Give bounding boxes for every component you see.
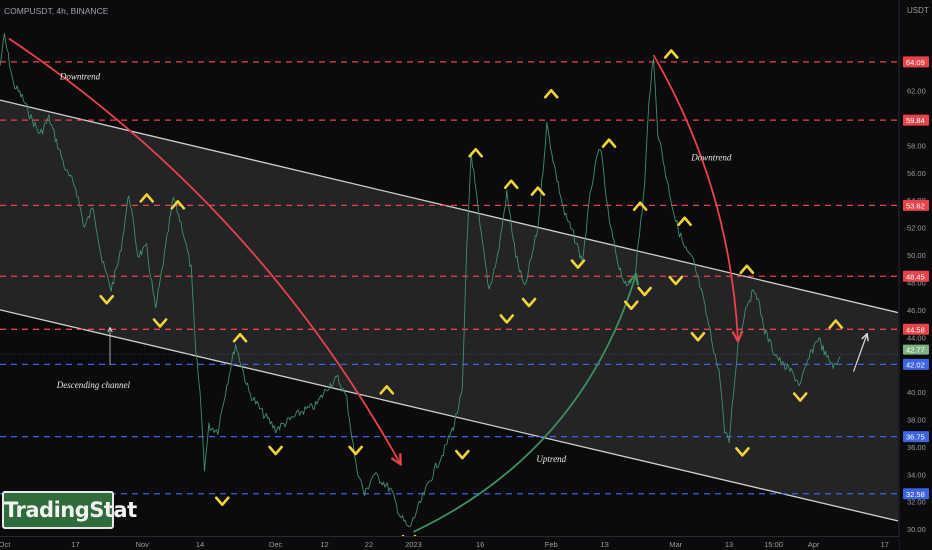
y-tick-label: 38.00 — [907, 415, 926, 424]
symbol-title: COMPUSDT, 4h, BINANCE — [4, 6, 109, 16]
y-tick-label: 52.00 — [907, 224, 926, 233]
x-tick-label: Dec — [269, 540, 283, 549]
y-tick-label: 30.00 — [907, 525, 926, 534]
x-tick-label: 15:00 — [764, 540, 783, 549]
x-tick-label: Mar — [669, 540, 682, 549]
x-tick-label: Nov — [136, 540, 150, 549]
annotation-label: Descending channel — [56, 380, 131, 390]
level-price-label: 42.02 — [906, 360, 925, 369]
x-tick-label: Feb — [545, 540, 558, 549]
level-price-label: 48.45 — [906, 272, 925, 281]
x-tick-label: 22 — [365, 540, 373, 549]
x-tick-label: 2023 — [405, 540, 422, 549]
y-tick-label: 40.00 — [907, 388, 926, 397]
level-price-label: 64.09 — [906, 58, 925, 67]
level-price-label: 44.58 — [906, 325, 925, 334]
currency-label: USDT — [907, 6, 929, 15]
level-price-label: 32.58 — [906, 490, 925, 499]
x-tick-label: 17 — [71, 540, 79, 549]
x-tick-label: 16 — [476, 540, 484, 549]
x-tick-label: 13 — [600, 540, 608, 549]
annotation-label: Downtrend — [59, 72, 101, 82]
x-tick-label: Oct — [0, 540, 11, 549]
level-price-label: 36.75 — [906, 433, 925, 442]
y-tick-label: 62.00 — [907, 87, 926, 96]
y-tick-label: 46.00 — [907, 306, 926, 315]
x-tick-label: 14 — [196, 540, 204, 549]
x-tick-label: 17 — [880, 540, 888, 549]
price-chart[interactable]: Downtrend Descending channel Uptrend Downtr… — [0, 0, 932, 550]
tradingstat-logo: TradingStat — [2, 491, 137, 529]
y-tick-label: 36.00 — [907, 443, 926, 452]
y-tick-label: 34.00 — [907, 470, 926, 479]
annotation-label: Uptrend — [536, 454, 566, 464]
y-tick-label: 50.00 — [907, 251, 926, 260]
annotation-label: Downtrend — [690, 152, 732, 162]
current-price-label: 42.77 — [906, 346, 925, 355]
y-tick-label: 56.00 — [907, 169, 926, 178]
level-price-label: 59.84 — [906, 116, 925, 125]
x-tick-label: 13 — [725, 540, 733, 549]
level-price-label: 53.62 — [906, 201, 925, 210]
x-tick-label: 12 — [320, 540, 328, 549]
x-tick-label: Apr — [808, 540, 820, 549]
y-tick-label: 58.00 — [907, 141, 926, 150]
